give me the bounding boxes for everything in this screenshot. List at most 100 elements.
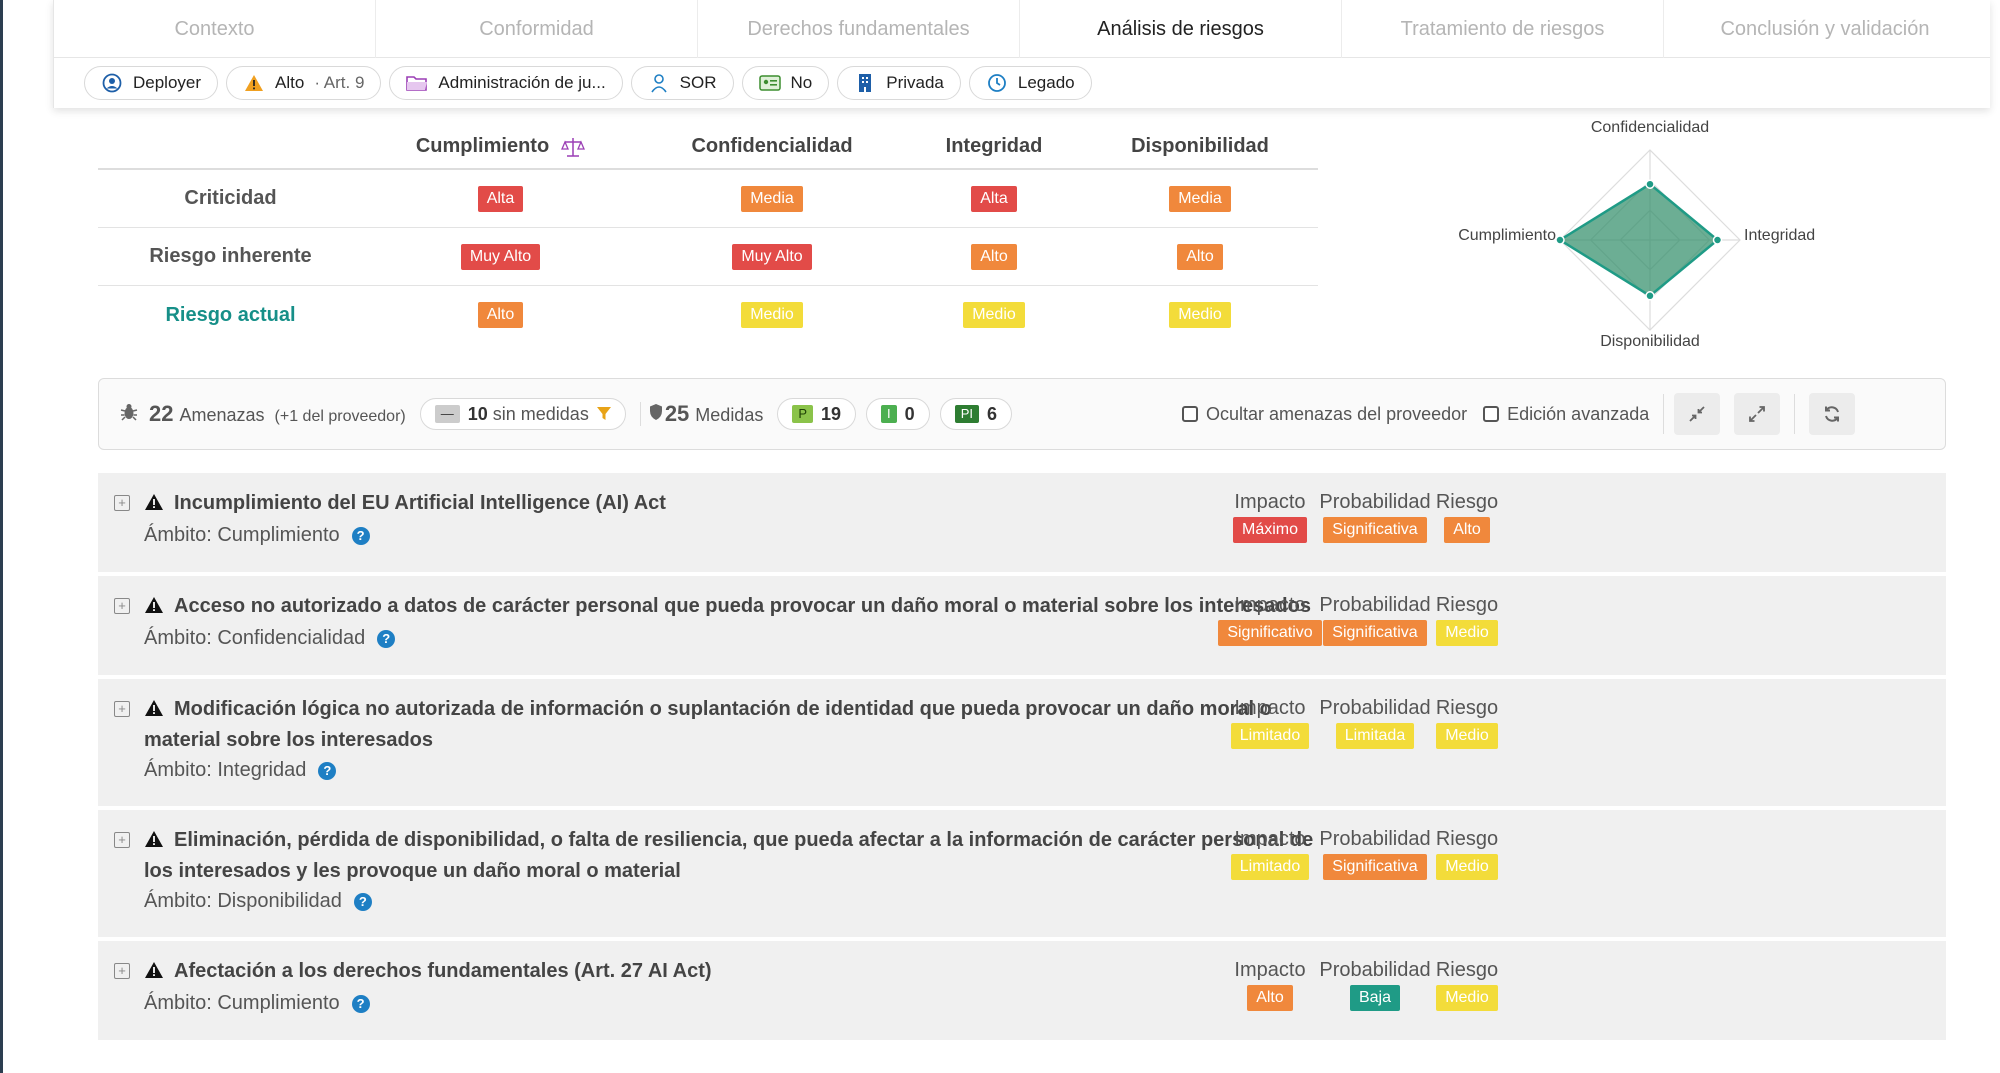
help-icon[interactable]: ? <box>351 995 370 1013</box>
folder-icon <box>406 72 428 94</box>
radar-point <box>1712 235 1723 245</box>
chip-status[interactable]: Legado <box>968 66 1092 100</box>
chip-id[interactable]: No <box>741 66 830 100</box>
metric: Impacto Máximo <box>1232 487 1307 543</box>
no-measures-badge: — <box>434 405 460 423</box>
advanced-edit-label: Edición avanzada <box>1507 403 1650 424</box>
matrix-col-disponibilidad: Disponibilidad <box>1131 135 1269 157</box>
metric-badge[interactable]: Limitado <box>1230 723 1310 749</box>
chip-role[interactable]: Deployer <box>84 66 219 100</box>
expand-icon[interactable]: + <box>114 598 130 614</box>
help-icon[interactable]: ? <box>318 762 337 780</box>
advanced-edit-checkbox[interactable]: Edición avanzada <box>1483 404 1649 425</box>
chip-risk-level[interactable]: Alto · Art. 9 <box>226 66 382 100</box>
tab-tratamiento-de-riesgos[interactable]: Tratamiento de riesgos <box>1342 0 1664 58</box>
radar-point <box>1645 179 1655 189</box>
threat-metric-risk: Riesgo Medio <box>1397 824 1537 880</box>
matrix-cell: Alto <box>1082 228 1318 285</box>
metric-badge[interactable]: Medio <box>1436 723 1498 749</box>
tab-derechos-fundamentales[interactable]: Derechos fundamentales <box>698 0 1020 58</box>
hide-vendor-threats-checkbox[interactable]: Ocultar amenazas del proveedor <box>1182 404 1467 425</box>
chip-risk-label: Alto <box>275 73 305 92</box>
expand-icon[interactable]: + <box>114 963 130 979</box>
measures-pi-filter[interactable]: PI 6 <box>939 398 1012 430</box>
scale-icon <box>561 137 586 157</box>
matrix-row-label: Riesgo actual <box>165 303 296 326</box>
threat-metric-risk: Riesgo Medio <box>1397 590 1537 646</box>
metric-badge[interactable]: Medio <box>1436 620 1498 646</box>
metric-badge[interactable]: Máximo <box>1232 517 1307 543</box>
expand-all-button[interactable] <box>1734 393 1781 435</box>
metric-badge[interactable]: Medio <box>1436 985 1498 1011</box>
tab-analisis-de-riesgos[interactable]: Análisis de riesgos <box>1020 0 1342 58</box>
metric-badge[interactable]: Medio <box>1436 854 1498 880</box>
chip-sor[interactable]: SOR <box>630 66 734 100</box>
risk-level-badge: Media <box>1169 185 1231 212</box>
metric: Riesgo Medio <box>1436 590 1498 646</box>
tab-bar: Contexto Conformidad Derechos fundamenta… <box>54 0 1990 58</box>
metric-badge[interactable]: Baja <box>1349 985 1400 1011</box>
threat-title: Acceso no autorizado a datos de carácter… <box>144 592 1318 623</box>
expand-icon[interactable]: + <box>114 495 130 511</box>
threat-row[interactable]: + Acceso no autorizado a datos de carácte… <box>98 576 1946 679</box>
risk-level-badge: Alta <box>477 185 524 212</box>
metric-label: Riesgo <box>1435 959 1499 981</box>
no-measures-label: sin medidas <box>492 403 589 424</box>
threat-row[interactable]: + Afectación a los derechos fundamentales… <box>98 941 1946 1044</box>
threat-scope-text: Ámbito: Cumplimiento <box>144 992 340 1014</box>
threats-count-label: Amenazas <box>179 405 265 425</box>
expand-icon[interactable]: + <box>114 832 130 848</box>
help-icon[interactable]: ? <box>377 630 396 648</box>
metric-label: Riesgo <box>1435 828 1499 850</box>
matrix-cell: Alto <box>363 286 638 344</box>
radar-label-left: Cumplimiento <box>1458 227 1556 244</box>
chip-sector[interactable]: Administración de ju... <box>389 66 623 100</box>
threat-body: Eliminación, pérdida de disponibilidad, … <box>98 810 1318 916</box>
checkbox-box[interactable] <box>1483 406 1500 422</box>
checkbox-box[interactable] <box>1182 406 1198 422</box>
expand-icon[interactable]: + <box>114 701 130 717</box>
p-badge: P <box>792 405 814 423</box>
chip-sector-label: Administración de ju... <box>438 73 606 92</box>
help-icon[interactable]: ? <box>353 893 372 911</box>
tab-conclusion-y-validacion[interactable]: Conclusión y validación <box>1664 0 1986 58</box>
threat-title: Incumplimiento del EU Artificial Intelli… <box>144 489 1318 520</box>
matrix-cell: Alto <box>906 228 1082 285</box>
threat-body: Modificación lógica no autorizada de inf… <box>98 679 1318 785</box>
threat-title-text: Incumplimiento del EU Artificial Intelli… <box>174 492 666 514</box>
metric-label: Impacto <box>1234 594 1306 616</box>
threat-scope: Ámbito: Cumplimiento? <box>144 988 1318 1018</box>
matrix-row: Riesgo inherente Muy Alto Muy Alto Alto Alto <box>98 228 1318 286</box>
threat-row[interactable]: + Incumplimiento del EU Artificial Intell… <box>98 473 1946 576</box>
chip-sector-type[interactable]: Privada <box>837 66 961 100</box>
metric-badge[interactable]: Limitado <box>1230 854 1310 880</box>
pi-badge: PI <box>954 405 979 423</box>
risk-level-badge: Muy Alto <box>460 243 541 270</box>
threat-metric-risk: Riesgo Alto <box>1397 487 1537 543</box>
threat-row[interactable]: + Modificación lógica no autorizada de in… <box>98 679 1946 810</box>
collapse-all-button[interactable] <box>1674 393 1721 435</box>
tab-conformidad[interactable]: Conformidad <box>376 0 698 58</box>
threat-title: Afectación a los derechos fundamentales … <box>144 957 1318 988</box>
threat-scope-text: Ámbito: Integridad <box>144 759 307 781</box>
metric-badge[interactable]: Alto <box>1444 517 1490 543</box>
refresh-button[interactable] <box>1809 393 1856 435</box>
metric-label: Impacto <box>1234 959 1306 981</box>
matrix-cell: Medio <box>906 286 1082 344</box>
clock-icon <box>986 72 1008 94</box>
measures-i-filter[interactable]: I 0 <box>866 398 930 430</box>
measures-count-label: Medidas <box>695 405 764 425</box>
threat-scope: Ámbito: Integridad? <box>144 755 1318 785</box>
bug-icon <box>119 402 139 427</box>
threat-row[interactable]: + Eliminación, pérdida de disponibilidad,… <box>98 810 1946 941</box>
matrix-header: Cumplimiento Confidencialidad Integridad… <box>98 125 1318 170</box>
warning-icon <box>144 491 164 520</box>
measures-p-filter[interactable]: P 19 <box>777 398 857 430</box>
risk-level-badge: Alto <box>1177 243 1223 270</box>
help-icon[interactable]: ? <box>351 527 370 545</box>
metric-badge[interactable]: Alto <box>1247 985 1293 1011</box>
tab-contexto[interactable]: Contexto <box>54 0 376 58</box>
no-measures-filter[interactable]: — 10 sin medidas <box>419 398 626 430</box>
metric-label: Impacto <box>1234 491 1306 513</box>
toolbar-separator <box>1794 394 1796 434</box>
